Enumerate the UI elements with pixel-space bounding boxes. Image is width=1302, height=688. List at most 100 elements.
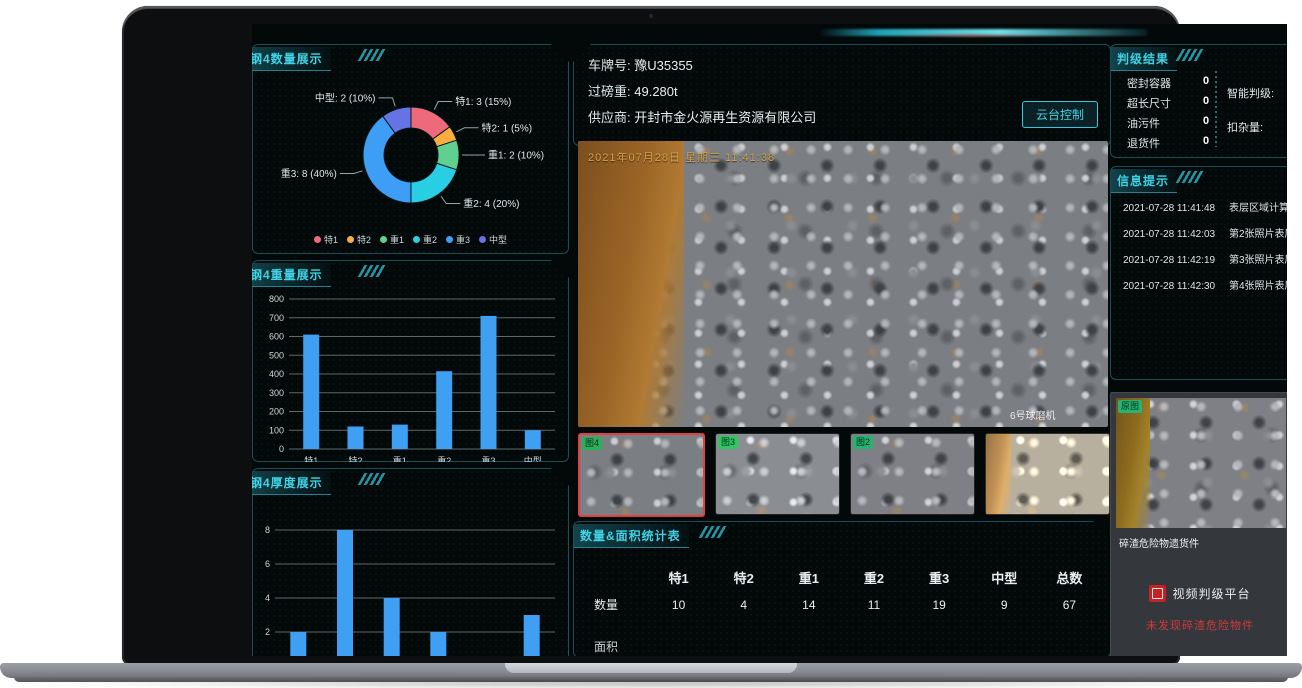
info-message-text: 第3张照片表层开始 <box>1229 255 1287 266</box>
svg-text:6: 6 <box>265 559 270 569</box>
svg-text:重2: 4 (20%): 重2: 4 (20%) <box>463 197 519 210</box>
table-cell: 10 <box>646 592 711 618</box>
title-stripe-decoration <box>358 49 389 61</box>
panel-info-messages: 信息提示 2021-07-28 11:41:48表层区域计算成功2021-07-… <box>1110 166 1287 380</box>
result-item-4: 退货件0 <box>1127 135 1160 151</box>
table-header-cell: 重3 <box>907 566 972 592</box>
info-message-text: 第4张照片表层开始 <box>1229 281 1287 292</box>
info-message: 2021-07-28 11:42:30第4张照片表层开始 <box>1123 277 1287 292</box>
photo-timestamp: 2021年07月28日 星期三 11:41:38 <box>588 149 775 165</box>
review-caption: 碎渣危险物遗货件 <box>1119 535 1199 550</box>
legend-item-重3[interactable]: 重3 <box>446 233 470 246</box>
title-stripe-decoration <box>699 526 730 538</box>
weight-label: 过磅重: <box>588 84 631 99</box>
photo-watermark: 6号球磨机 <box>1010 407 1056 422</box>
svg-text:特2: 1 (5%): 特2: 1 (5%) <box>482 122 533 134</box>
quantity-donut-chart: 特1: 3 (15%)特2: 1 (5%)重1: 2 (10%)重2: 4 (2… <box>255 69 566 234</box>
svg-text:重2: 重2 <box>437 455 451 466</box>
panel-stats-table: 数量&面积统计表 特1特2重1重2重3中型总数数量104141119967面积 <box>573 521 1111 656</box>
table-header-row: 特1特2重1重2重3中型总数 <box>582 566 1102 592</box>
table-cell: 19 <box>907 592 972 618</box>
svg-text:重3: 重3 <box>481 455 495 466</box>
platform-logo: 视频判级平台 <box>1111 585 1287 602</box>
table-cell <box>646 634 711 656</box>
svg-text:300: 300 <box>269 388 284 398</box>
table-header-cell: 中型 <box>972 566 1037 592</box>
webcam-icon <box>649 14 653 18</box>
result-item-value: 0 <box>1203 135 1209 147</box>
photo-dirt-wall <box>578 141 684 427</box>
supplier-value: 开封市金火源再生资源有限公司 <box>634 110 816 125</box>
table-cell: 67 <box>1037 592 1102 618</box>
panel-grading-result: 判级结果 密封容器0超长尺寸0油污件0退货件0 智能判级:扣杂量: <box>1110 44 1287 158</box>
svg-text:重3: 8 (40%): 重3: 8 (40%) <box>281 167 337 180</box>
dotted-divider <box>1215 71 1217 147</box>
legend-item-重2[interactable]: 重2 <box>413 233 437 246</box>
svg-text:200: 200 <box>269 407 284 417</box>
result-item-1: 密封容器0 <box>1127 75 1171 91</box>
stats-table-title: 数量&面积统计表 <box>574 524 689 548</box>
thumbnail-1[interactable]: 图4 <box>578 433 705 517</box>
result-item-value: 0 <box>1203 115 1209 127</box>
panel-review: 原图 碎渣危险物遗货件 视频判级平台 未发现碎渣危险物件 <box>1110 392 1287 656</box>
thumbnail-2[interactable]: 图3 <box>715 433 840 515</box>
table-cell <box>907 634 972 656</box>
result-item-value: 0 <box>1203 95 1209 107</box>
info-message-time: 2021-07-28 11:42:30 <box>1123 281 1229 292</box>
table-row-label: 数量 <box>582 592 646 618</box>
table-cell <box>972 634 1037 656</box>
panel-quantity: 钢4数量展示 特1: 3 (15%)特2: 1 (5%)重1: 2 (10%)重… <box>252 44 569 254</box>
page-background: 钢4数量展示 特1: 3 (15%)特2: 1 (5%)重1: 2 (10%)重… <box>0 0 1302 688</box>
panel-thickness: 钢4厚度展示 2468 <box>252 468 569 656</box>
info-message: 2021-07-28 11:42:19第3张照片表层开始 <box>1123 251 1287 266</box>
weight-value: 49.280t <box>634 84 677 99</box>
review-photo-badge: 原图 <box>1118 400 1142 413</box>
info-message-time: 2021-07-28 11:42:03 <box>1123 229 1229 240</box>
table-header-cell: 总数 <box>1037 566 1102 592</box>
thumbnail-3[interactable]: 图2 <box>850 433 975 515</box>
result-item-value: 0 <box>1203 75 1209 87</box>
table-header-cell <box>582 566 646 592</box>
table-header-cell: 重1 <box>776 566 841 592</box>
legend-item-重1[interactable]: 重1 <box>380 233 404 246</box>
table-row: 面积 <box>582 634 1102 656</box>
panel-thickness-title: 钢4厚度展示 <box>252 471 331 495</box>
svg-text:0: 0 <box>279 444 284 454</box>
thumbnail-badge: 图3 <box>718 436 738 449</box>
supplier-label: 供应商: <box>588 110 631 125</box>
legend-item-特2[interactable]: 特2 <box>347 233 371 246</box>
result-item-2: 超长尺寸0 <box>1127 95 1171 111</box>
header-glow-red-decoration <box>892 34 1052 37</box>
panel-weight-title: 钢4重量展示 <box>252 263 331 287</box>
review-photo[interactable]: 原图 <box>1116 398 1286 528</box>
photo-dirt-wall <box>986 434 1011 514</box>
table-cell <box>776 634 841 656</box>
ptz-control-button[interactable]: 云台控制 <box>1022 101 1098 128</box>
grading-result-title: 判级结果 <box>1111 47 1177 71</box>
table-header-cell: 重2 <box>841 566 906 592</box>
svg-text:4: 4 <box>265 593 270 603</box>
photo-thumbnail-strip: 图4 图3 图2 图1 <box>578 433 1110 515</box>
title-stripe-decoration <box>358 265 389 277</box>
svg-text:800: 800 <box>269 294 284 304</box>
table-cell <box>1037 634 1102 656</box>
panel-vehicle-info: 车牌号: 豫U35355 过磅重: 49.280t 供应商: 开封市金火源再生资… <box>573 44 1111 146</box>
svg-text:中型: 中型 <box>524 455 542 466</box>
vehicle-weight-row: 过磅重: 49.280t <box>588 79 816 105</box>
thumbnail-badge: 图4 <box>582 437 602 450</box>
svg-text:特1: 3 (15%): 特1: 3 (15%) <box>455 96 511 108</box>
svg-text:100: 100 <box>269 425 284 435</box>
legend-item-特1[interactable]: 特1 <box>314 233 338 246</box>
thumbnail-badge: 图2 <box>853 436 873 449</box>
thumbnail-4[interactable]: 图1 <box>985 433 1110 515</box>
svg-text:中型: 2 (10%): 中型: 2 (10%) <box>315 91 376 104</box>
donut-legend: 特1 特2 重1 重2 重3 中型 <box>253 233 568 246</box>
dashboard: 钢4数量展示 特1: 3 (15%)特2: 1 (5%)重1: 2 (10%)重… <box>252 24 1287 656</box>
plate-value: 豫U35355 <box>634 58 693 73</box>
info-messages-title: 信息提示 <box>1111 169 1177 193</box>
info-message-time: 2021-07-28 11:42:19 <box>1123 255 1229 266</box>
svg-text:600: 600 <box>269 332 284 342</box>
result-right-label-2: 扣杂量: <box>1227 119 1263 135</box>
legend-item-中型[interactable]: 中型 <box>479 233 507 246</box>
panel-weight: 钢4重量展示 0100200300400500600700800特1特2重1重2… <box>252 260 569 462</box>
